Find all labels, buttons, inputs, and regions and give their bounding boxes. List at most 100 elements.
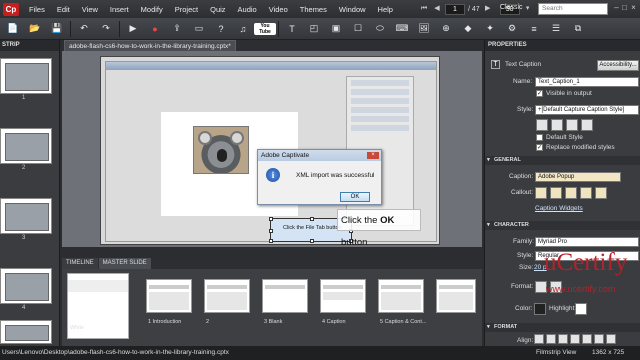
layers-icon[interactable]: ☰ [548,21,564,37]
style-save-icon[interactable] [536,119,548,131]
ok-button[interactable]: OK [340,192,370,202]
menu-quiz[interactable]: Quiz [204,5,231,14]
master-thumb[interactable] [320,279,366,313]
callout-option-3[interactable] [565,187,577,199]
callout-option-4[interactable] [580,187,592,199]
tab-timeline[interactable]: TIMELINE [62,258,98,269]
button-icon[interactable]: ⬭ [372,21,388,37]
name-field[interactable]: Text_Caption_1 [535,77,639,87]
search-input[interactable]: Search [538,3,608,15]
master-thumb[interactable] [436,279,476,313]
callout-option-2[interactable] [550,187,562,199]
filmstrip-thumb[interactable] [0,320,52,344]
menu-themes[interactable]: Themes [294,5,333,14]
redo-icon[interactable]: ↷ [98,21,114,37]
align-middle-icon[interactable] [594,334,604,344]
align-left-icon[interactable] [534,334,544,344]
blank-slide-icon[interactable]: ▭ [191,21,207,37]
general-section[interactable]: GENERAL [485,156,640,165]
master-thumb[interactable] [204,279,250,313]
menu-view[interactable]: View [76,5,104,14]
record-icon[interactable]: ● [147,21,163,37]
align-top-icon[interactable] [582,334,592,344]
text-entry-icon[interactable]: ⌨ [394,21,410,37]
callout-label: Callout: [511,189,534,196]
open-icon[interactable]: 📂 [27,21,43,37]
menu-help[interactable]: Help [372,5,399,14]
accessibility-button[interactable]: Accessibility... [597,60,639,71]
youtube-icon[interactable]: You Tube [254,22,276,35]
callout-option-5[interactable] [595,187,607,199]
menu-edit[interactable]: Edit [51,5,76,14]
menu-window[interactable]: Window [333,5,372,14]
save-icon[interactable]: 💾 [49,21,65,37]
style-new-icon[interactable] [551,119,563,131]
click-box-icon[interactable]: ☐ [350,21,366,37]
style-select[interactable]: +[Default Capture Caption Style] [535,105,639,115]
current-slide-field[interactable]: 1 [444,3,465,15]
zoom-area-icon[interactable]: ⊕ [438,21,454,37]
document-tab[interactable]: adobe-flash-cs6-how-to-work-in-the-libra… [64,40,236,51]
widget-icon[interactable]: ⚙ [504,21,520,37]
bottom-panel-tabs: TIMELINE MASTER SLIDE [62,258,482,269]
master-thumb[interactable] [262,279,308,313]
next-slide-icon[interactable]: ▶ [483,4,493,14]
dialog-close-icon[interactable]: × [367,152,379,159]
menu-modify[interactable]: Modify [135,5,169,14]
align-bottom-icon[interactable] [606,334,616,344]
dialog-title: Adobe Captivate [258,150,381,161]
zoom-dropdown-icon[interactable]: ▾ [523,4,533,14]
caption-type-select[interactable]: Adobe Popup [535,172,621,182]
tab-master-slide[interactable]: MASTER SLIDE [98,258,151,269]
preview-icon[interactable]: ▶ [125,21,141,37]
image-icon[interactable]: 🖼 [416,21,432,37]
properties-header: PROPERTIES [485,40,640,51]
bring-front-icon[interactable]: ⧉ [570,21,586,37]
menu-insert[interactable]: Insert [104,5,135,14]
maximize-icon[interactable]: □ [620,3,629,12]
format-section[interactable]: FORMAT [485,323,640,332]
audio-icon[interactable]: ♫ [235,21,251,37]
replace-styles-checkbox[interactable]: ✓ [536,144,543,151]
filmstrip-thumb[interactable] [0,268,52,304]
rollover-icon[interactable]: ◰ [306,21,322,37]
align-center-icon[interactable] [546,334,556,344]
filmstrip-thumb[interactable] [0,128,52,164]
master-thumb[interactable] [146,279,192,313]
highlight-box-icon[interactable]: ▣ [328,21,344,37]
style-reset-icon[interactable] [566,119,578,131]
prev-slide-icon[interactable]: ◀ [432,4,442,14]
align-right-icon[interactable] [558,334,568,344]
master-label: 5 Caption & Cont... [380,319,427,325]
master-slide-panel: White 1 Introduction 2 3 Blank 4 Caption… [62,269,482,346]
callout-option-1[interactable] [535,187,547,199]
animation-icon[interactable]: ✦ [482,21,498,37]
caption-widgets-link[interactable]: Caption Widgets [535,205,583,212]
publish-icon[interactable]: ⇪ [169,21,185,37]
filmstrip-thumb[interactable] [0,198,52,234]
default-style-checkbox[interactable] [536,134,543,141]
highlight-color-swatch[interactable] [575,303,587,315]
new-icon[interactable]: 📄 [5,21,21,37]
shape-icon[interactable]: ◆ [460,21,476,37]
character-section[interactable]: CHARACTER [485,221,640,230]
text-caption-icon[interactable]: T [284,21,300,37]
workspace-switcher[interactable]: Classic [500,4,523,11]
style-label: Style: [517,106,534,113]
visible-output-checkbox[interactable]: ✓ [536,90,543,97]
question-slide-icon[interactable]: ? [213,21,229,37]
first-slide-icon[interactable]: ⏮ [419,4,429,14]
close-icon[interactable]: × [629,3,638,12]
align-icon[interactable]: ≡ [526,21,542,37]
filmstrip-thumb[interactable] [0,58,52,94]
font-family-select[interactable]: Myriad Pro [535,237,639,247]
undo-icon[interactable]: ↶ [76,21,92,37]
menu-project[interactable]: Project [169,5,204,14]
menu-video[interactable]: Video [263,5,294,14]
master-thumb[interactable] [378,279,424,313]
text-color-swatch[interactable] [534,303,546,315]
style-manage-icon[interactable] [581,119,593,131]
menu-file[interactable]: Files [23,5,51,14]
align-justify-icon[interactable] [570,334,580,344]
menu-audio[interactable]: Audio [232,5,263,14]
